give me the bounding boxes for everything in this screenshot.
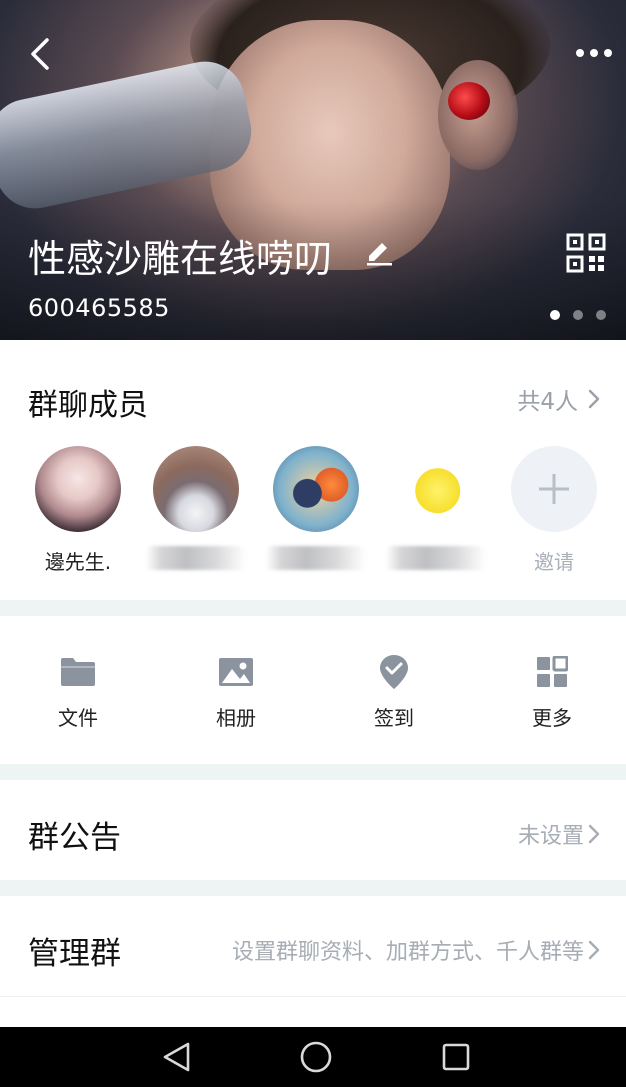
photo-album-icon xyxy=(176,652,296,692)
member-item[interactable] xyxy=(376,446,496,572)
check-in-icon xyxy=(334,652,454,692)
quick-actions: 文件 相册 签到 更多 xyxy=(0,616,626,764)
members-count-link[interactable]: 共4人 xyxy=(517,382,600,416)
member-name-blurred xyxy=(136,546,256,572)
more-button[interactable]: 更多 xyxy=(492,652,612,731)
qr-code-icon xyxy=(566,233,606,273)
section-divider xyxy=(0,600,626,616)
member-item[interactable] xyxy=(256,446,376,572)
invite-label: 邀请 xyxy=(534,550,574,574)
avatar xyxy=(393,446,479,532)
manage-group-value-wrap: 设置群聊资料、加群方式、千人群等 xyxy=(232,934,600,966)
group-name: 性感沙雕在线唠叨 xyxy=(28,237,333,281)
check-in-button[interactable]: 签到 xyxy=(334,652,454,731)
triangle-back-icon xyxy=(163,1042,190,1072)
album-button[interactable]: 相册 xyxy=(176,652,296,731)
files-button[interactable]: 文件 xyxy=(18,652,138,731)
avatar xyxy=(35,446,121,532)
member-name-blurred xyxy=(376,546,496,572)
square-recents-icon xyxy=(442,1043,470,1071)
dot-icon xyxy=(604,49,612,57)
action-label: 签到 xyxy=(374,706,414,730)
avatar xyxy=(153,446,239,532)
circle-home-icon xyxy=(300,1041,332,1073)
members-section: 群聊成员 共4人 邊先生. 邀请 xyxy=(0,340,626,600)
plus-icon xyxy=(539,474,569,504)
pencil-icon xyxy=(367,243,392,266)
chevron-right-icon xyxy=(588,824,600,844)
grid-more-icon xyxy=(492,652,612,692)
member-item[interactable]: 邊先生. xyxy=(18,446,138,574)
invite-avatar xyxy=(511,446,597,532)
cover-photo-earphone xyxy=(448,82,490,120)
chevron-left-icon xyxy=(31,38,49,70)
section-divider xyxy=(0,764,626,780)
announcement-value: 未设置 xyxy=(517,824,584,849)
carousel-dot-active xyxy=(550,310,560,320)
section-divider xyxy=(0,880,626,896)
carousel-dot xyxy=(573,310,583,320)
announcement-title: 群公告 xyxy=(28,820,121,856)
manage-group-value: 设置群聊资料、加群方式、千人群等 xyxy=(231,940,584,965)
action-label: 相册 xyxy=(216,706,256,730)
chevron-right-icon xyxy=(588,940,600,960)
member-name: 邊先生. xyxy=(44,550,112,574)
manage-group-row[interactable]: 管理群 设置群聊资料、加群方式、千人群等 xyxy=(0,896,626,996)
carousel-indicator xyxy=(550,310,606,320)
system-nav-bar xyxy=(0,1027,626,1087)
dot-icon xyxy=(590,49,598,57)
nav-recents-button[interactable] xyxy=(436,1039,476,1075)
edit-name-button[interactable] xyxy=(364,236,398,270)
members-title: 群聊成员 xyxy=(28,388,148,423)
carousel-dot xyxy=(596,310,606,320)
group-id: 600465585 xyxy=(28,294,170,322)
member-avatar-list: 邊先生. 邀请 xyxy=(0,446,626,586)
avatar xyxy=(273,446,359,532)
group-cover-image[interactable]: 性感沙雕在线唠叨 600465585 xyxy=(0,0,626,340)
action-label: 文件 xyxy=(58,706,98,730)
announcement-row[interactable]: 群公告 未设置 xyxy=(0,780,626,880)
member-name-blurred xyxy=(256,546,376,572)
folder-icon xyxy=(18,652,138,692)
manage-group-title: 管理群 xyxy=(28,936,121,972)
more-options-button[interactable] xyxy=(570,38,618,68)
invite-member-button[interactable]: 邀请 xyxy=(494,446,614,574)
action-label: 更多 xyxy=(532,706,572,730)
row-divider xyxy=(0,996,626,997)
member-item[interactable] xyxy=(136,446,256,572)
members-count: 共4人 xyxy=(517,389,578,415)
nav-back-button[interactable] xyxy=(156,1039,196,1075)
announcement-value-wrap: 未设置 xyxy=(518,818,600,850)
back-button[interactable] xyxy=(22,34,58,74)
nav-home-button[interactable] xyxy=(296,1039,336,1075)
qr-code-button[interactable] xyxy=(566,233,610,277)
dot-icon xyxy=(576,49,584,57)
chevron-right-icon xyxy=(588,389,600,409)
